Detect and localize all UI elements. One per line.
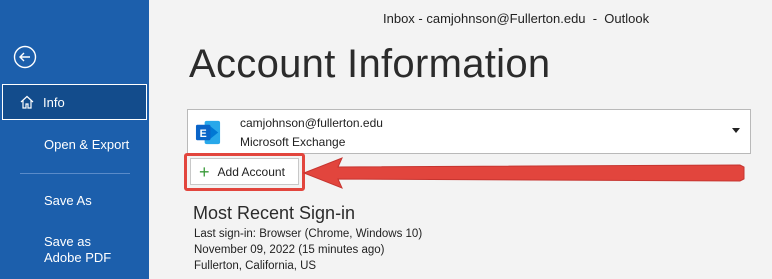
home-icon (20, 95, 34, 109)
account-selector[interactable]: E camjohnson@fullerton.edu Microsoft Exc… (187, 109, 751, 154)
sidebar-item-label: Save as Adobe PDF (44, 234, 112, 265)
sidebar-item-open-export[interactable]: Open & Export (0, 137, 149, 152)
sidebar-item-save-as[interactable]: Save As (0, 193, 149, 208)
sidebar-item-info[interactable]: Info (2, 84, 147, 120)
sidebar-item-label: Info (43, 94, 65, 110)
chevron-down-icon[interactable] (732, 128, 740, 133)
sidebar-divider (20, 173, 130, 174)
recent-signin-title: Most Recent Sign-in (193, 203, 356, 223)
svg-text:E: E (200, 128, 207, 140)
sidebar-item-label: Open & Export (44, 137, 130, 152)
recent-signin-line: Fullerton, California, US (194, 260, 317, 272)
annotation-arrow-icon (302, 157, 745, 189)
account-type: Microsoft Exchange (240, 135, 346, 149)
recent-signin-line: November 09, 2022 (15 minutes ago) (194, 244, 385, 256)
page-title: Account Information (189, 42, 551, 86)
backstage-sidebar: Info Open & Export Save As Save as Adobe… (0, 0, 149, 279)
account-email: camjohnson@fullerton.edu (240, 116, 383, 130)
sidebar-item-label: Save As (44, 193, 92, 208)
back-arrow-icon[interactable] (13, 45, 37, 69)
window-title: Inbox - camjohnson@Fullerton.edu - Outlo… (383, 11, 650, 26)
sidebar-item-save-as-pdf[interactable]: Save as Adobe PDF (0, 234, 120, 266)
recent-signin-line: Last sign-in: Browser (Chrome, Windows 1… (194, 228, 423, 240)
exchange-icon: E (195, 120, 221, 145)
annotation-highlight-box (184, 153, 305, 191)
